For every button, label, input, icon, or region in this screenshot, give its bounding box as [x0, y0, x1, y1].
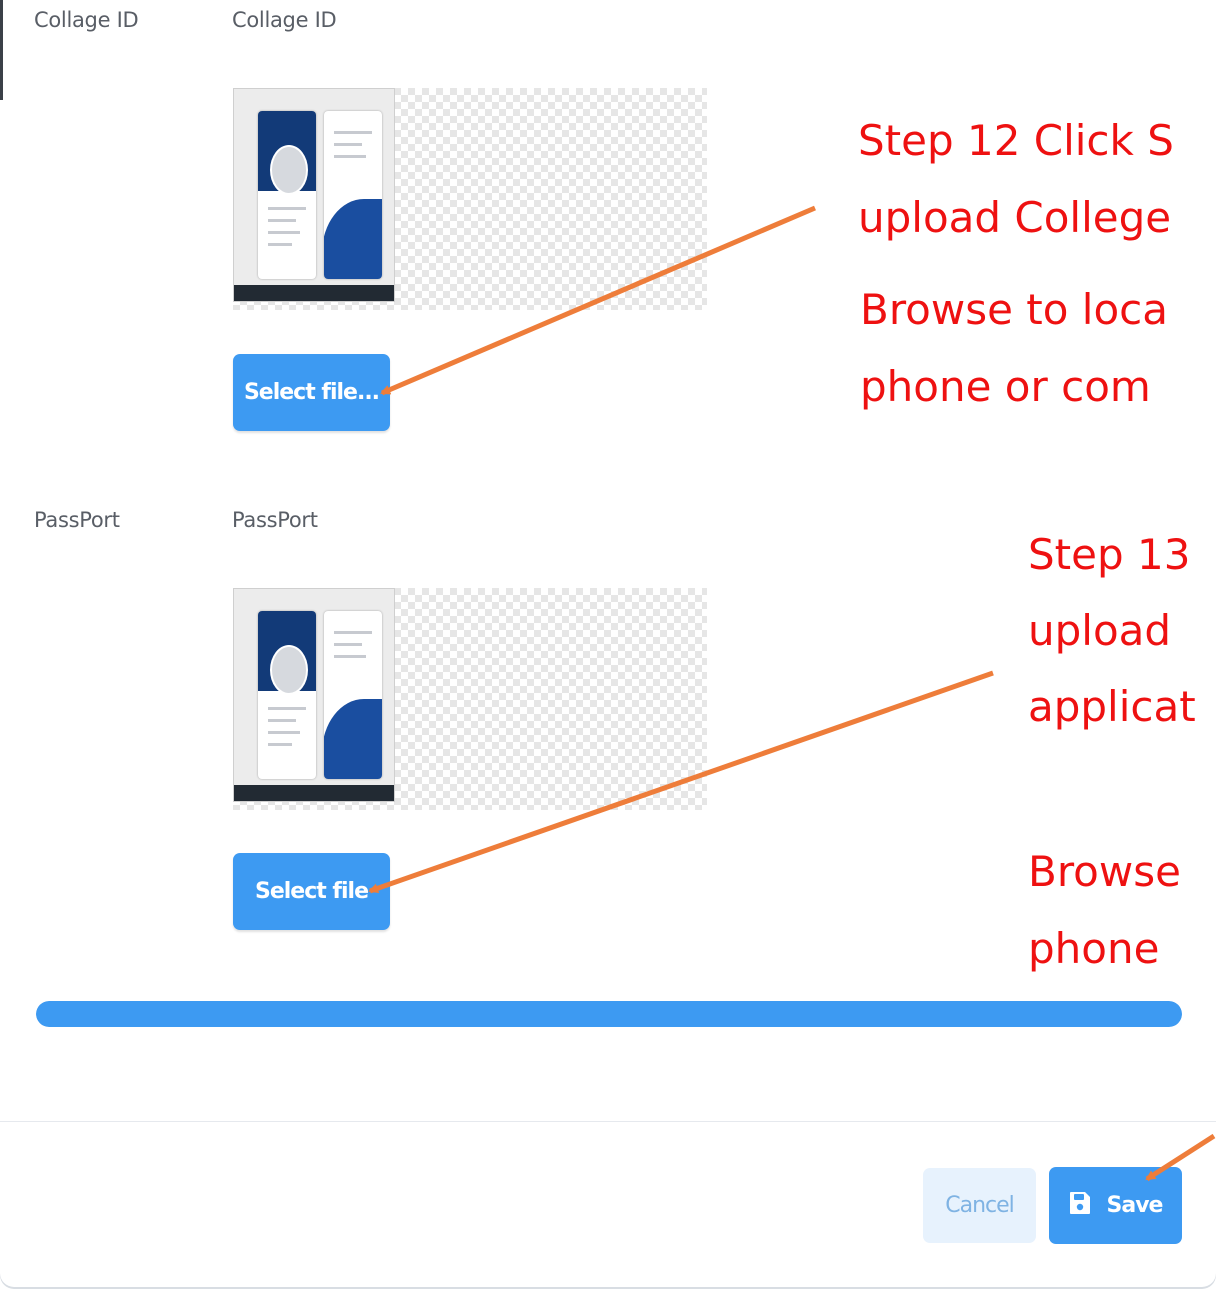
collage-id-row-label: Collage ID	[34, 8, 139, 32]
step12-line1: Step 12 Click S	[858, 116, 1174, 165]
passport-field-label: PassPort	[232, 508, 318, 532]
modal-edge	[0, 0, 3, 100]
step13-line1: Step 13	[1028, 530, 1191, 579]
passport-row-label: PassPort	[34, 508, 120, 532]
save-button[interactable]: Save	[1049, 1167, 1182, 1244]
step12-line3: Browse to loca	[860, 285, 1168, 334]
collage-id-field-label: Collage ID	[232, 8, 337, 32]
footer-divider	[0, 1121, 1216, 1122]
upload-progress-fill	[36, 1001, 1182, 1027]
floppy-disk-icon	[1069, 1191, 1091, 1221]
step13-line5: phone	[1028, 924, 1160, 973]
collage-id-preview	[233, 88, 707, 310]
collage-id-select-file-button[interactable]: Select file...	[233, 354, 390, 431]
cancel-button[interactable]: Cancel	[923, 1168, 1036, 1243]
step13-line4: Browse	[1028, 847, 1181, 896]
collage-id-thumbnail	[233, 88, 395, 302]
passport-select-file-button[interactable]: Select file	[233, 853, 390, 930]
save-button-label: Save	[1106, 1193, 1164, 1218]
step13-line2: upload	[1028, 606, 1172, 655]
step13-line3: applicat	[1028, 682, 1196, 731]
step12-line4: phone or com	[860, 362, 1151, 411]
upload-progress-bar	[36, 1001, 1182, 1027]
passport-thumbnail	[233, 588, 395, 802]
passport-preview	[233, 588, 707, 810]
step12-line2: upload College	[858, 193, 1172, 242]
